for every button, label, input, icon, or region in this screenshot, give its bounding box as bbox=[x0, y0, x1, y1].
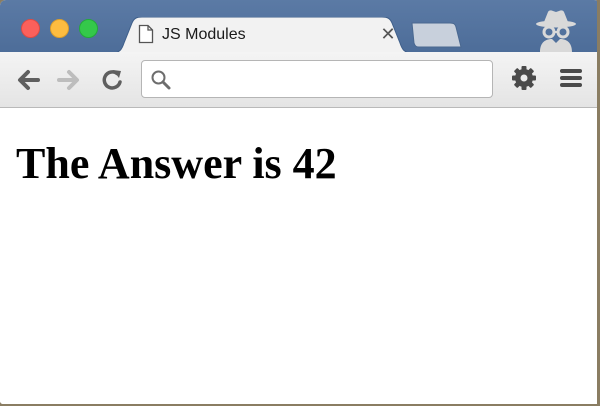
reload-icon[interactable] bbox=[99, 67, 127, 93]
arrow-left-icon[interactable] bbox=[14, 67, 42, 93]
tab-background bbox=[112, 17, 412, 53]
minimize-window-button[interactable] bbox=[50, 19, 69, 38]
address-input[interactable] bbox=[178, 65, 488, 95]
document-icon bbox=[138, 24, 154, 44]
incognito-icon bbox=[536, 10, 576, 52]
tab-js-modules[interactable]: JS Modules ✕ bbox=[112, 17, 412, 53]
close-window-button[interactable] bbox=[21, 19, 40, 38]
page-content: The Answer is 42 bbox=[0, 108, 600, 404]
maximize-window-button[interactable] bbox=[79, 19, 98, 38]
browser-window: JS Modules ✕ The Answer is 42 bbox=[0, 0, 600, 404]
search-icon bbox=[151, 70, 171, 90]
address-bar[interactable] bbox=[141, 60, 493, 98]
tab-title: JS Modules bbox=[162, 26, 246, 43]
new-tab-button[interactable] bbox=[410, 22, 462, 48]
tab-strip: JS Modules ✕ bbox=[0, 0, 600, 53]
arrow-right-icon[interactable] bbox=[55, 67, 83, 93]
toolbar bbox=[0, 52, 600, 108]
hamburger-icon[interactable] bbox=[558, 65, 584, 91]
tab-close-icon[interactable]: ✕ bbox=[378, 24, 398, 44]
page-heading: The Answer is 42 bbox=[16, 139, 337, 188]
gear-icon[interactable] bbox=[510, 64, 538, 92]
